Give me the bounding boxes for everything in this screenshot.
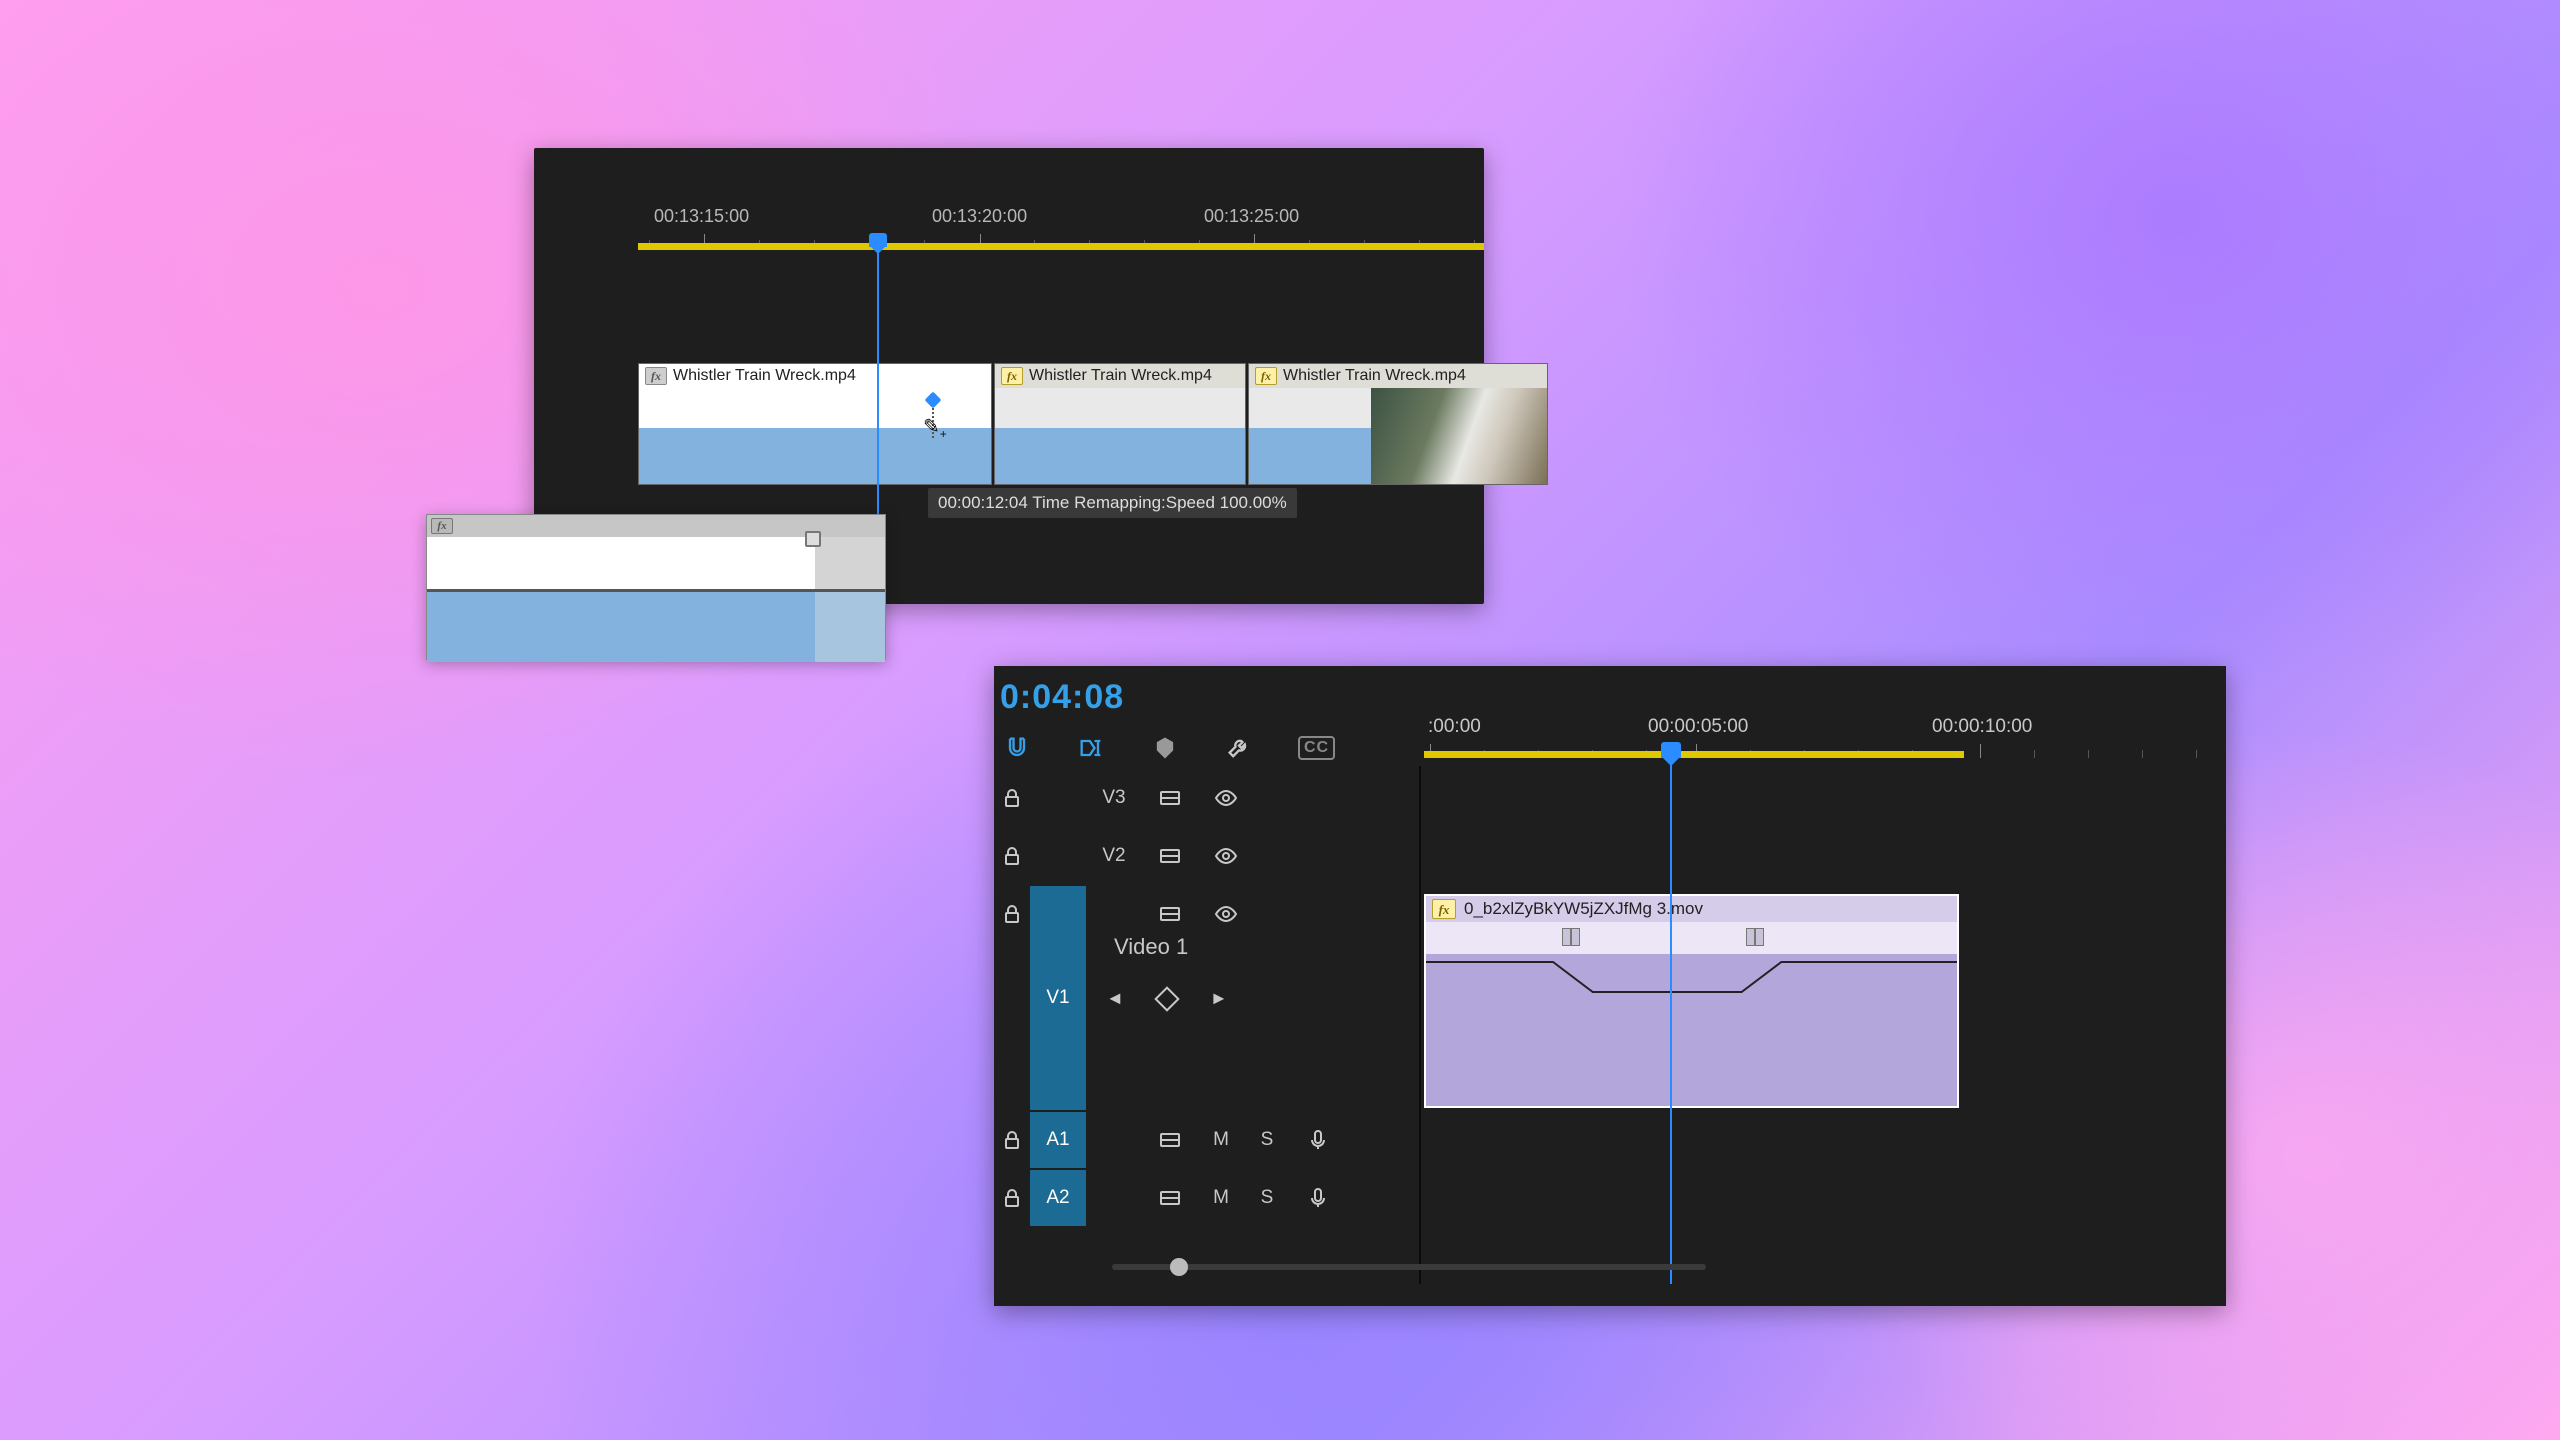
timeline-panel-lower: 0:04:08 CC :00:00 00:00:05:00 00:00:10:0… bbox=[994, 666, 2226, 1306]
fx-badge-icon: fx bbox=[1255, 367, 1277, 385]
clip-thumbnail bbox=[1371, 388, 1547, 484]
sync-lock-icon[interactable] bbox=[1142, 786, 1198, 810]
work-area-bar[interactable] bbox=[638, 243, 1484, 250]
speed-keyframe-handle[interactable] bbox=[1562, 928, 1580, 946]
lock-icon[interactable] bbox=[994, 902, 1030, 926]
track-name-v1: Video 1 bbox=[1114, 934, 1188, 960]
sync-lock-icon[interactable] bbox=[1142, 1186, 1198, 1210]
snap-toggle-icon[interactable] bbox=[1002, 733, 1032, 763]
keyframe-nav: ◄ ► bbox=[1106, 988, 1228, 1009]
timecode-label: 00:00:10:00 bbox=[1932, 716, 2032, 738]
timecode-label: 00:13:25:00 bbox=[1204, 206, 1299, 227]
track-header-divider bbox=[1419, 766, 1421, 1284]
clip-label: 0_b2xlZyBkYW5jZXJfMg 3.mov bbox=[1464, 899, 1703, 919]
lock-icon[interactable] bbox=[994, 1186, 1030, 1210]
clip-label: Whistler Train Wreck.mp4 bbox=[1029, 367, 1212, 385]
clip-label: Whistler Train Wreck.mp4 bbox=[1283, 367, 1466, 385]
source-patch-a2[interactable]: A2 bbox=[1030, 1170, 1086, 1226]
mute-button[interactable]: M bbox=[1198, 1129, 1244, 1151]
mute-button[interactable]: M bbox=[1198, 1187, 1244, 1209]
keyframe-guide bbox=[932, 408, 936, 438]
lock-icon[interactable] bbox=[994, 844, 1030, 868]
voiceover-mic-icon[interactable] bbox=[1290, 1128, 1346, 1152]
fx-badge-icon: fx bbox=[431, 518, 453, 534]
track-label[interactable]: V2 bbox=[1086, 845, 1142, 867]
playhead[interactable] bbox=[1670, 742, 1672, 1284]
source-patch-a1[interactable]: A1 bbox=[1030, 1112, 1086, 1168]
timecode-label: 00:00:05:00 bbox=[1648, 716, 1748, 738]
track-header-a1: A1 . M S bbox=[994, 1112, 1419, 1168]
lock-icon[interactable] bbox=[994, 1128, 1030, 1152]
time-remap-tooltip: 00:00:12:04 Time Remapping:Speed 100.00% bbox=[928, 488, 1297, 518]
solo-button[interactable]: S bbox=[1244, 1129, 1290, 1151]
current-time-display[interactable]: 0:04:08 bbox=[1000, 678, 1124, 717]
captions-toggle-icon[interactable]: CC bbox=[1298, 736, 1335, 760]
add-keyframe-button[interactable] bbox=[1154, 986, 1179, 1011]
solo-button[interactable]: S bbox=[1244, 1187, 1290, 1209]
sync-lock-icon[interactable] bbox=[1142, 902, 1198, 926]
fx-badge-icon: fx bbox=[1001, 367, 1023, 385]
clip-whistler-3[interactable]: fx Whistler Train Wreck.mp4 bbox=[1248, 363, 1548, 485]
fx-badge-icon: fx bbox=[1432, 899, 1456, 919]
timecode-label: 00:13:20:00 bbox=[932, 206, 1027, 227]
timeline-zoom-scrollbar[interactable] bbox=[1112, 1264, 1706, 1270]
voiceover-mic-icon[interactable] bbox=[1290, 1186, 1346, 1210]
wrench-settings-icon[interactable] bbox=[1224, 733, 1254, 763]
track-label[interactable]: V3 bbox=[1086, 787, 1142, 809]
rate-stretch-handle[interactable] bbox=[805, 531, 821, 547]
lock-icon[interactable] bbox=[994, 786, 1030, 810]
eye-icon[interactable] bbox=[1198, 844, 1254, 868]
track-header-a2: A2 . M S bbox=[994, 1170, 1419, 1226]
fx-badge-icon: fx bbox=[645, 367, 667, 385]
clip-label: Whistler Train Wreck.mp4 bbox=[673, 367, 856, 385]
timeline-toolbar: CC bbox=[1002, 726, 1335, 770]
track-header-v3: V3 bbox=[994, 770, 1419, 826]
speed-ramp-line[interactable] bbox=[1426, 954, 1957, 1034]
clip-whistler-2[interactable]: fx Whistler Train Wreck.mp4 bbox=[994, 363, 1246, 485]
work-area-bar[interactable] bbox=[1424, 751, 1964, 758]
sync-lock-icon[interactable] bbox=[1142, 1128, 1198, 1152]
eye-icon[interactable] bbox=[1198, 902, 1254, 926]
next-keyframe-button[interactable]: ► bbox=[1210, 988, 1228, 1009]
video-track-clips: fxWhistler Train Wreck.mp4 ✎+ fxWhistler… bbox=[638, 363, 1484, 485]
timecode-label: 00:13:15:00 bbox=[654, 206, 749, 227]
timecode-label: :00:00 bbox=[1428, 716, 1481, 738]
track-header-v2: V2 bbox=[994, 828, 1419, 884]
clip-whistler-1[interactable]: fxWhistler Train Wreck.mp4 ✎+ bbox=[638, 363, 992, 485]
clip-fragment-floating[interactable]: fx bbox=[426, 514, 886, 660]
linked-selection-icon[interactable] bbox=[1076, 733, 1106, 763]
eye-icon[interactable] bbox=[1198, 786, 1254, 810]
clip-mov[interactable]: fx 0_b2xlZyBkYW5jZXJfMg 3.mov bbox=[1424, 894, 1959, 1108]
prev-keyframe-button[interactable]: ◄ bbox=[1106, 988, 1124, 1009]
marker-icon[interactable] bbox=[1150, 733, 1180, 763]
scrollbar-thumb[interactable] bbox=[1170, 1258, 1188, 1276]
source-patch-v1[interactable]: V1 bbox=[1030, 886, 1086, 1110]
speed-keyframe-handle[interactable] bbox=[1746, 928, 1764, 946]
sync-lock-icon[interactable] bbox=[1142, 844, 1198, 868]
